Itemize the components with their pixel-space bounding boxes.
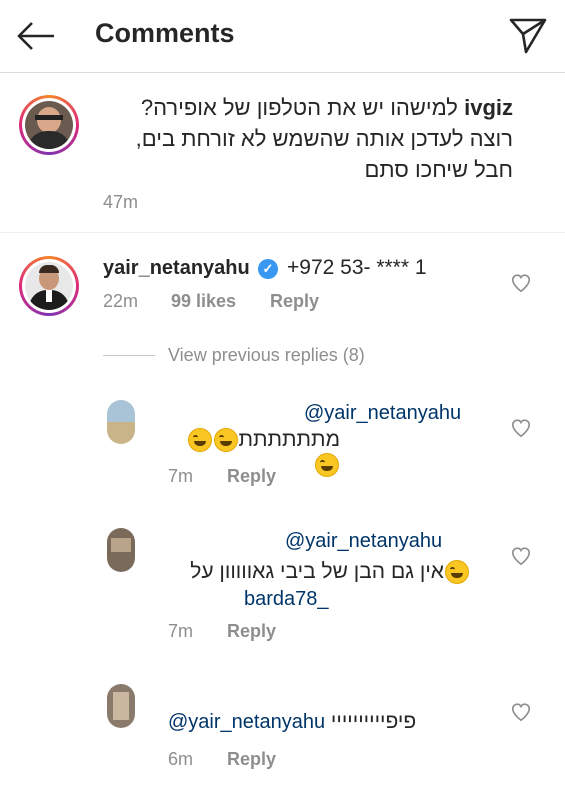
caption-avatar-ring[interactable]: [19, 95, 79, 155]
caption-username[interactable]: ivgiz: [464, 95, 513, 120]
avatar[interactable]: [25, 101, 73, 149]
divider-line: [103, 355, 155, 356]
reply-mention[interactable]: @yair_netanyahu: [285, 530, 442, 553]
comment-likes[interactable]: 99 likes: [171, 291, 236, 312]
arrow-left-icon[interactable]: [16, 16, 56, 56]
comment-time: 22m: [103, 291, 139, 311]
page-title: Comments: [95, 18, 235, 48]
avatar[interactable]: [107, 528, 135, 572]
reply-mention-secondary[interactable]: barda78_: [244, 588, 329, 611]
reply-button[interactable]: Reply: [227, 466, 276, 487]
verified-badge-icon: ✓: [258, 259, 278, 279]
rofl-emoji-icon: [187, 428, 212, 453]
comment-username[interactable]: yair_netanyahu: [103, 257, 250, 280]
view-previous-replies[interactable]: View previous replies (8): [168, 345, 365, 366]
divider: [0, 232, 565, 233]
heart-icon[interactable]: [510, 272, 532, 294]
header-bar: Comments: [0, 0, 565, 73]
heart-icon[interactable]: [510, 545, 532, 567]
heart-icon[interactable]: [510, 417, 532, 439]
comment-text: +972 53- **** 1: [287, 256, 427, 279]
reply-button[interactable]: Reply: [227, 621, 276, 642]
avatar[interactable]: [25, 262, 73, 310]
caption-body: למישהו יש את הטלפון של אופירה? רוצה לעדכ…: [135, 95, 513, 182]
rofl-emoji-icon: [315, 452, 339, 477]
reply-time: 7m: [168, 621, 194, 641]
reply-time: 6m: [168, 749, 194, 769]
comment-avatar-ring[interactable]: [19, 256, 79, 316]
laughing-emoji-icon: [445, 560, 469, 585]
reply-mention[interactable]: @yair_netanyahu: [168, 711, 325, 733]
reply-body: אין גם הבן של ביבי גאווווון על: [190, 560, 444, 583]
reply-mention[interactable]: @yair_netanyahu: [304, 402, 461, 425]
reply-text: אין גם הבן של ביבי גאווווון על: [168, 560, 470, 585]
reply-button[interactable]: Reply: [270, 291, 319, 312]
rofl-emoji-icon: [213, 428, 238, 453]
caption-time: 47m: [103, 192, 139, 212]
reply-button[interactable]: Reply: [227, 749, 276, 770]
reply-body: פיפיייייייייי: [330, 710, 417, 733]
reply-text: @yair_netanyahu פיפיייייייייי: [168, 710, 448, 734]
avatar[interactable]: [107, 400, 135, 444]
reply-body: מתתתתתת: [238, 428, 340, 451]
paper-plane-icon[interactable]: [508, 15, 548, 55]
heart-icon[interactable]: [510, 701, 532, 723]
reply-time: 7m: [168, 466, 194, 486]
avatar[interactable]: [107, 684, 135, 728]
caption-text: ivgiz למישהו יש את הטלפון של אופירה? רוצ…: [93, 92, 513, 185]
